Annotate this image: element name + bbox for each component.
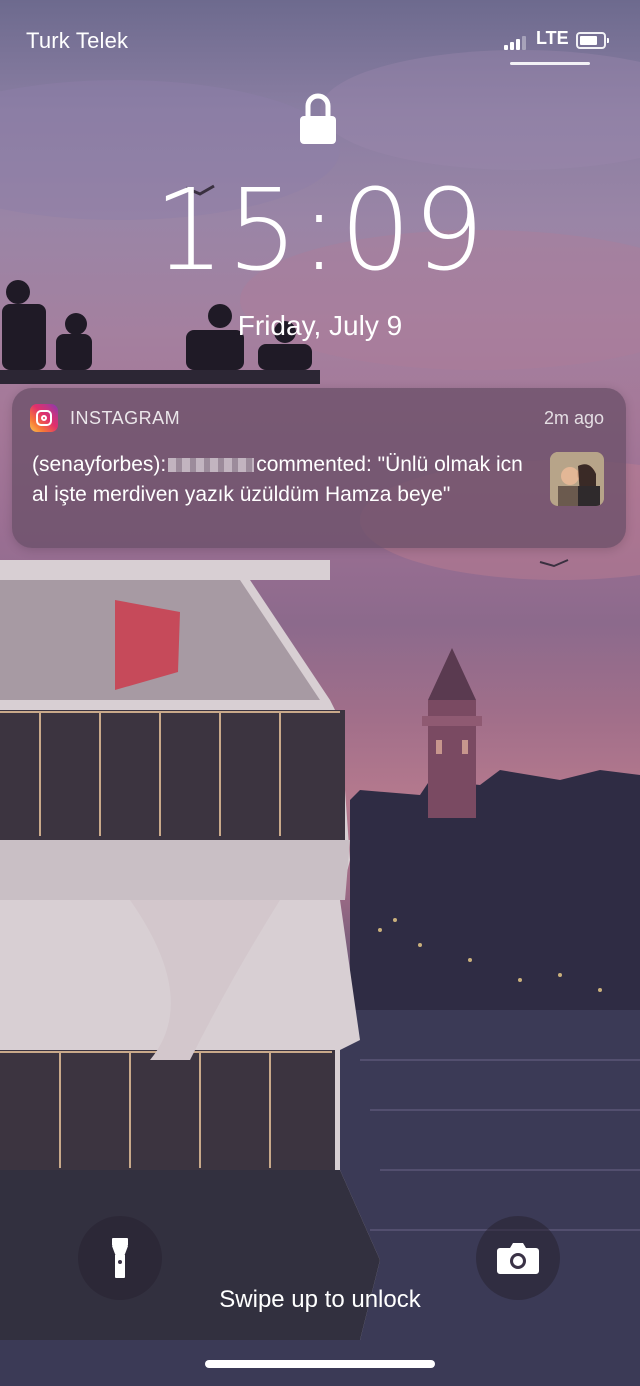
notification-thumbnail [550,452,604,506]
signal-strength-icon [504,34,530,50]
swipe-up-hint: Swipe up to unlock [219,1286,421,1313]
lock-screen-date: Friday, July 9 [237,310,403,341]
notification-sender: (senayforbes): [32,453,167,476]
instagram-notification[interactable]: INSTAGRAM 2m ago (senayforbes): commented… [12,388,626,548]
instagram-icon [30,404,58,432]
lock-screen: Turk Telek LTE 15:09 Friday, July 9 INST… [0,0,640,1386]
lock-icon [300,93,336,144]
lock-screen-time: 15:09 [153,166,487,296]
home-indicator[interactable] [205,1360,435,1368]
battery-icon [576,32,609,49]
network-type: LTE [536,28,569,48]
notification-message: (senayforbes): commented: "Ünlü olmak icn… [32,450,542,510]
carrier-name: Turk Telek [26,28,129,53]
status-bar: Turk Telek LTE [0,0,640,80]
notification-timestamp: 2m ago [543,408,604,428]
redacted-username [168,458,255,473]
control-center-indicator[interactable] [510,62,590,65]
notification-app-name: INSTAGRAM [70,408,181,428]
status-indicators: LTE [504,28,614,56]
